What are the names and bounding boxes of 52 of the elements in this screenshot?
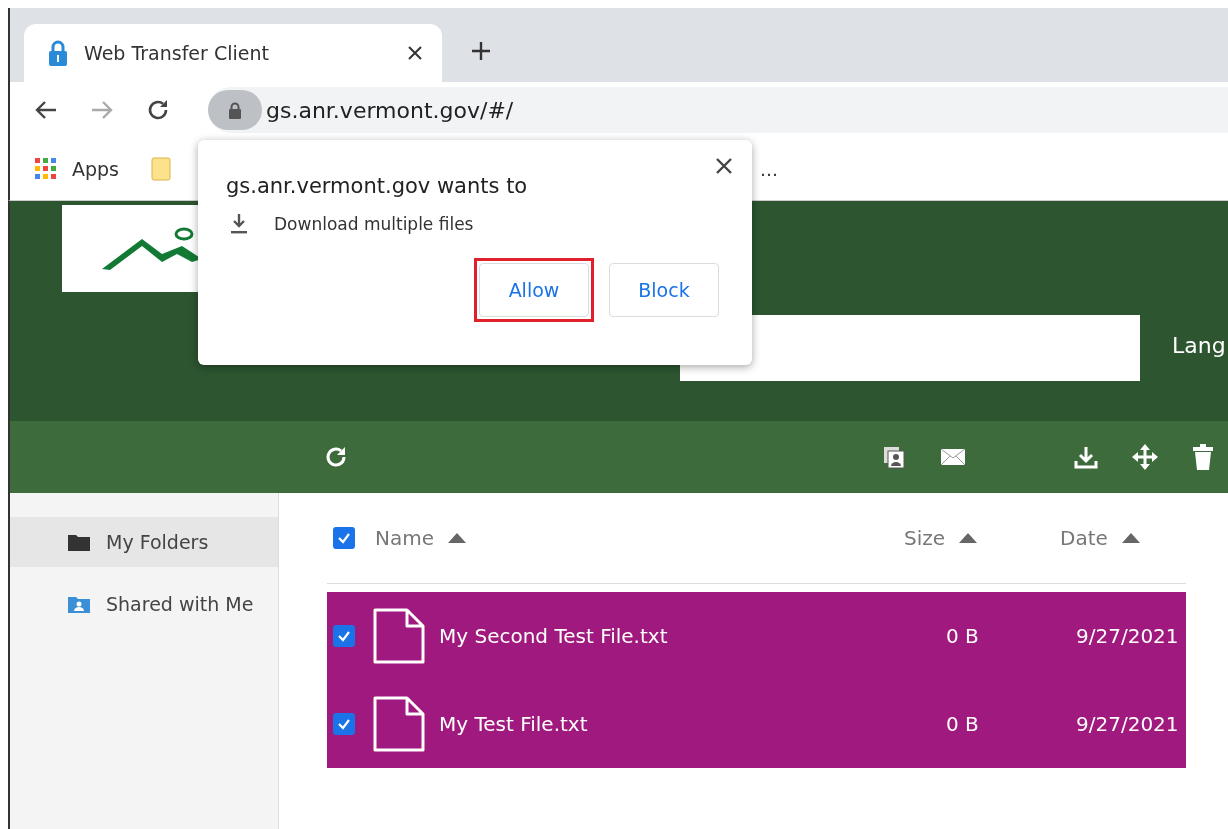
browser-tab[interactable]: Web Transfer Client: [24, 24, 442, 82]
sort-ascending-icon[interactable]: [959, 533, 978, 543]
sort-ascending-icon[interactable]: [448, 533, 466, 543]
apps-grid-icon: [34, 157, 58, 181]
folder-icon: [68, 533, 90, 551]
tab-title: Web Transfer Client: [84, 42, 270, 64]
trash-icon[interactable]: [1192, 444, 1214, 470]
move-icon[interactable]: [1132, 444, 1158, 470]
file-row[interactable]: My Test File.txt 0 B 9/27/2021: [327, 680, 1186, 768]
close-icon[interactable]: [408, 46, 422, 60]
back-icon[interactable]: [34, 100, 58, 120]
file-row[interactable]: My Second Test File.txt 0 B 9/27/2021: [327, 592, 1186, 680]
reload-icon[interactable]: [146, 98, 170, 122]
mail-icon[interactable]: [940, 448, 966, 466]
lock-icon: [228, 101, 242, 119]
language-label[interactable]: Lang: [1172, 333, 1226, 358]
refresh-icon[interactable]: [324, 445, 348, 469]
address-field[interactable]: gs.anr.vermont.gov/#/: [266, 97, 514, 123]
select-all-checkbox[interactable]: [333, 527, 355, 549]
sort-ascending-icon[interactable]: [1121, 533, 1140, 543]
lock-icon: [48, 40, 68, 66]
file-size: 0 B: [946, 712, 980, 736]
column-header[interactable]: Date: [1060, 526, 1108, 550]
popup-button[interactable]: Block: [609, 263, 719, 317]
download-icon[interactable]: [1074, 445, 1098, 469]
more-bookmarks[interactable]: …: [760, 158, 778, 180]
sidebar-item[interactable]: My Folders: [10, 517, 278, 567]
popup-button[interactable]: Allow: [479, 263, 589, 317]
checkmark-icon: [337, 531, 351, 545]
bookmark-item[interactable]: Apps: [34, 157, 120, 181]
file-icon: [373, 608, 425, 664]
file-date: 9/27/2021: [1076, 624, 1180, 648]
site-info-button[interactable]: [208, 90, 262, 130]
column-header[interactable]: Name: [375, 526, 434, 550]
sidebar-item[interactable]: Shared with Me: [10, 579, 278, 629]
contact-cards-icon[interactable]: [882, 445, 906, 469]
file-date: 9/27/2021: [1076, 712, 1180, 736]
checkmark-icon: [337, 629, 351, 643]
permission-text: Download multiple files: [274, 214, 474, 234]
new-tab-icon[interactable]: [472, 42, 490, 60]
popup-title: gs.anr.vermont.gov wants to: [226, 174, 529, 198]
file-name: My Second Test File.txt: [439, 624, 669, 648]
file-size: 0 B: [946, 624, 980, 648]
file-name: My Test File.txt: [439, 712, 589, 736]
row-checkbox[interactable]: [333, 625, 355, 647]
close-icon[interactable]: [716, 158, 732, 174]
download-icon: [230, 214, 248, 234]
shared-folder-icon: [68, 595, 90, 613]
row-checkbox[interactable]: [333, 713, 355, 735]
file-icon: [373, 696, 425, 752]
checkmark-icon: [337, 717, 351, 731]
column-header[interactable]: Size: [904, 526, 946, 550]
